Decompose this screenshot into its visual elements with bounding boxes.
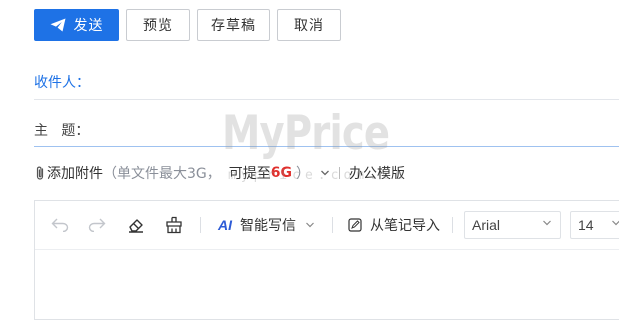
recipient-divider xyxy=(34,99,619,100)
paperclip-icon xyxy=(36,166,44,180)
attachment-note-prefix: （单文件最大3G， xyxy=(103,166,221,182)
chevron-down-icon[interactable] xyxy=(320,169,330,177)
chevron-down-icon xyxy=(543,220,551,226)
recipient-label: 收件人： xyxy=(34,75,90,91)
add-attachment-link[interactable]: 添加附件 xyxy=(47,163,103,183)
office-template-link[interactable]: 办公模版 xyxy=(349,163,405,183)
font-family-select[interactable]: Arial xyxy=(464,211,561,239)
toolbar-divider xyxy=(200,217,201,233)
format-painter-icon[interactable] xyxy=(164,215,184,235)
recipient-row[interactable]: 收件人： xyxy=(34,65,619,99)
editor-toolbar: AI 智能写信 从笔记导入 Arial 14 xyxy=(35,201,619,249)
ai-icon: AI xyxy=(218,217,232,233)
note-icon xyxy=(348,218,362,232)
attachment-upgrade-text: 可提至 xyxy=(228,166,271,182)
preview-button[interactable]: 预览 xyxy=(126,9,190,41)
send-button[interactable]: 发送 xyxy=(34,9,119,41)
subject-row[interactable]: 主 题： xyxy=(34,113,619,147)
font-size-select[interactable]: 14 xyxy=(570,211,619,239)
eraser-icon[interactable] xyxy=(126,215,146,235)
ai-write-label: 智能写信 xyxy=(240,218,296,234)
toolbar-divider xyxy=(452,217,453,233)
cancel-button[interactable]: 取消 xyxy=(277,9,341,41)
toolbar-divider xyxy=(332,217,333,233)
import-from-notes-label: 从笔记导入 xyxy=(370,218,440,234)
paper-plane-icon xyxy=(50,18,65,32)
chevron-down-icon xyxy=(612,220,619,226)
chevron-down-icon xyxy=(306,222,314,228)
save-draft-button[interactable]: 存草稿 xyxy=(197,9,270,41)
attachment-separator xyxy=(339,167,340,179)
subject-label: 主 题： xyxy=(34,123,90,139)
undo-icon[interactable] xyxy=(50,215,70,235)
attachment-row: 添加附件 （单文件最大3G， 可提至 6G ） 办公模版 xyxy=(34,160,405,186)
import-from-notes-button[interactable]: 从笔记导入 xyxy=(348,215,440,235)
send-label: 发送 xyxy=(73,17,104,33)
font-family-value: Arial xyxy=(472,217,501,233)
attachment-note-suffix: ） xyxy=(296,166,310,182)
attachment-upgrade-size: 6G xyxy=(270,165,292,181)
font-size-value: 14 xyxy=(578,217,594,233)
subject-divider xyxy=(34,146,619,147)
ai-write-button[interactable]: AI 智能写信 xyxy=(218,215,315,235)
editor: AI 智能写信 从笔记导入 Arial 14 xyxy=(34,200,619,320)
redo-icon[interactable] xyxy=(87,215,107,235)
